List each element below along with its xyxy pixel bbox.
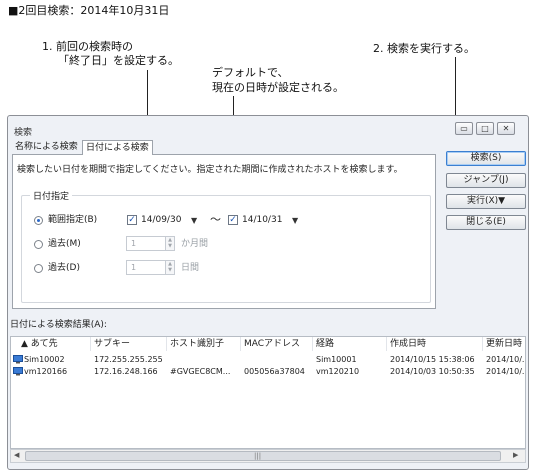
- start-date-value[interactable]: 14/09/30: [141, 215, 181, 226]
- cell-host-id: #GVGEC8CM...: [170, 367, 231, 376]
- table-row[interactable]: Sim10002 172.255.255.255 Sim10001 2014/1…: [11, 354, 526, 365]
- search-button[interactable]: 検索(S): [446, 151, 526, 166]
- days-unit: 日間: [181, 263, 200, 273]
- annotation-1-line2: 「終了日」を設定する。: [58, 54, 179, 67]
- horizontal-scrollbar[interactable]: ◀ ||| ▶: [10, 449, 526, 463]
- col-header-created[interactable]: 作成日時: [387, 337, 483, 351]
- col-header-mac[interactable]: MACアドレス: [241, 337, 313, 351]
- cell-destination: Sim10002: [24, 355, 65, 364]
- window-title: 検索: [14, 128, 33, 138]
- date-search-panel: 検索したい日付を期間で指定してください。指定された期間に作成されたホストを検索し…: [12, 154, 436, 309]
- past-months-input[interactable]: 1: [126, 236, 166, 251]
- cell-route: Sim10001: [316, 355, 357, 364]
- scrollbar-grip-icon: |||: [254, 452, 262, 460]
- group-title: 日付指定: [30, 189, 73, 202]
- past-days-spinner[interactable]: ▲ ▼: [165, 260, 175, 275]
- results-title: 日付による検索結果(A):: [10, 320, 107, 330]
- tab-name-search[interactable]: 名称による検索: [12, 140, 81, 154]
- past-days-radio[interactable]: [34, 264, 43, 273]
- annotation-2-line1: デフォルトで、: [212, 66, 289, 79]
- end-date-dropdown-icon[interactable]: ▼: [292, 215, 298, 226]
- start-date-dropdown-icon[interactable]: ▼: [191, 215, 197, 226]
- tab-date-search[interactable]: 日付による検索: [82, 140, 153, 155]
- results-table[interactable]: ▲ あて先 サブキー ホスト識別子 MACアドレス 経路 作成日時 更新日時 S…: [10, 336, 526, 449]
- col-header-subkey[interactable]: サブキー: [91, 337, 167, 351]
- search-dialog: 検索 ▭ □ ✕ 名称による検索 日付による検索 検索したい日付を期間で指定して…: [7, 115, 529, 470]
- annotation-3: 2. 検索を実行する。: [373, 42, 475, 55]
- months-unit: か月間: [181, 239, 209, 249]
- cell-created: 2014/10/03 10:50:35: [390, 367, 475, 376]
- range-label: 範囲指定(B): [48, 215, 98, 225]
- date-specification-group: 日付指定 範囲指定(B) ✓ 14/09/30 ▼ 〜 ✓ 14/10/31 ▼…: [21, 189, 431, 303]
- cell-destination: vm120166: [24, 367, 68, 376]
- cell-mac: [244, 354, 312, 365]
- maximize-icon[interactable]: □: [476, 122, 494, 135]
- end-date-checkbox[interactable]: ✓: [228, 215, 238, 225]
- col-header-destination[interactable]: ▲ あて先: [11, 337, 91, 351]
- computer-icon: [13, 367, 23, 376]
- past-days-input[interactable]: 1: [126, 260, 166, 275]
- sort-up-icon: ▲: [21, 339, 28, 349]
- page-heading: ■2回目検索：2014年10月31日: [8, 4, 170, 17]
- cell-updated: 2014/10/...: [486, 355, 526, 364]
- annotation-1-line1: 1. 前回の検索時の: [42, 40, 133, 53]
- jump-button[interactable]: ジャンプ(J): [446, 173, 526, 188]
- col-header-route[interactable]: 経路: [313, 337, 387, 351]
- table-row[interactable]: vm120166 172.16.248.166 #GVGEC8CM... 005…: [11, 366, 526, 377]
- scroll-left-icon[interactable]: ◀: [14, 451, 19, 459]
- cell-host-id: [170, 354, 240, 365]
- computer-icon: [13, 355, 23, 364]
- panel-description: 検索したい日付を期間で指定してください。指定された期間に作成されたホストを検索し…: [17, 165, 403, 175]
- cell-subkey: 172.255.255.255: [94, 355, 163, 364]
- close-icon[interactable]: ✕: [497, 122, 515, 135]
- scrollbar-thumb[interactable]: |||: [25, 451, 501, 461]
- minimize-icon[interactable]: ▭: [455, 122, 473, 135]
- col-header-host-id[interactable]: ホスト識別子: [167, 337, 241, 351]
- close-button[interactable]: 閉じる(E): [446, 215, 526, 230]
- start-date-checkbox[interactable]: ✓: [127, 215, 137, 225]
- past-months-radio[interactable]: [34, 240, 43, 249]
- cell-route: vm120210: [316, 367, 360, 376]
- scroll-right-icon[interactable]: ▶: [513, 451, 518, 459]
- cell-created: 2014/10/15 15:38:06: [390, 355, 475, 364]
- past-days-label: 過去(D): [48, 263, 80, 273]
- execute-button[interactable]: 実行(X)▼: [446, 194, 526, 209]
- end-date-value[interactable]: 14/10/31: [242, 215, 282, 226]
- col-header-destination-label: あて先: [30, 339, 58, 349]
- cell-updated: 2014/10/...: [486, 367, 526, 376]
- cell-mac: 005056a37804: [244, 367, 305, 376]
- past-months-label: 過去(M): [48, 239, 81, 249]
- col-header-updated[interactable]: 更新日時: [483, 337, 525, 351]
- range-tilde: 〜: [210, 213, 221, 226]
- annotation-2-line2: 現在の日時が設定される。: [212, 81, 344, 94]
- past-months-spinner[interactable]: ▲ ▼: [165, 236, 175, 251]
- cell-subkey: 172.16.248.166: [94, 367, 158, 376]
- range-radio[interactable]: [34, 216, 43, 225]
